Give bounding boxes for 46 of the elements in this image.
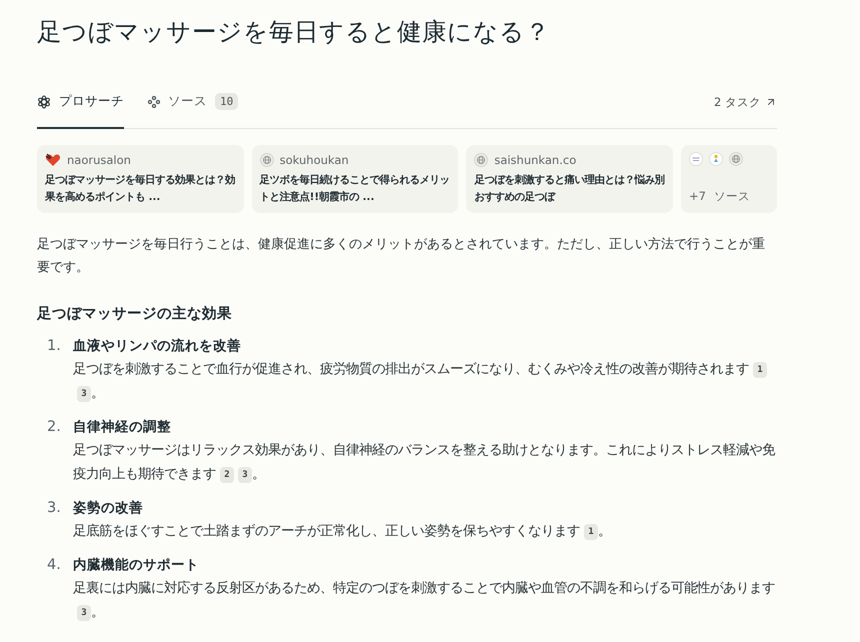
- heart-logo-icon: [45, 153, 61, 167]
- source-domain: saishunkan.co: [494, 152, 576, 168]
- more-sources-count: +7: [689, 189, 706, 204]
- effect-description: 足つぼを刺激することで血行が促進され、疲労物質の排出がスムーズになり、むくみや冷え性の改善が期待されます 1 3 。: [73, 358, 777, 406]
- citation-link[interactable]: 2: [220, 467, 234, 483]
- round-logo-icon: [689, 152, 703, 166]
- atom-icon: [37, 94, 51, 108]
- figure-logo-icon: [709, 152, 723, 166]
- tab[interactable]: ソース 10: [148, 86, 238, 129]
- globe-icon: [260, 153, 274, 167]
- tab[interactable]: プロサーチ: [37, 86, 124, 129]
- source-title: 足ツボを毎日続けることで得られるメリットと注意点!!朝霞市の ...: [260, 173, 450, 205]
- effect-title: 血液やリンパの流れを改善: [73, 337, 242, 356]
- effect-title: 姿勢の改善: [73, 499, 144, 518]
- source-card[interactable]: naorusalon 足つぼマッサージを毎日する効果とは？効果を高めるポイントも ...: [37, 145, 244, 213]
- globe-icon: [729, 152, 743, 166]
- globe-icon: [474, 153, 488, 167]
- more-sources-card[interactable]: +7 ソース: [681, 145, 777, 213]
- effect-title: 内臓機能のサポート: [73, 556, 200, 575]
- effect-title: 自律神経の調整: [73, 418, 172, 437]
- dots-icon: [148, 96, 160, 108]
- more-sources-label: ソース: [714, 189, 750, 204]
- effect-description: 足裏には内臓に対応する反射区があるため、特定のつぼを刺激することで内臓や血管の不調を和らげる可能性があります 3 。: [73, 580, 776, 623]
- effect-description: 足底筋をほぐすことで土踏まずのアーチが正常化し、正しい姿勢を保ちやすくなります 1 。: [73, 522, 612, 542]
- question-title: 足つぼマッサージを毎日すると健康になる？: [37, 16, 551, 48]
- source-card[interactable]: saishunkan.co 足つぼを刺激すると痛い理由とは？悩み別おすすめの足つぼ: [466, 145, 673, 213]
- intro-paragraph: 足つぼマッサージを毎日行うことは、健康促進に多くのメリットがあるとされています。ただし、正しい方法で行うことが重要です。: [37, 236, 766, 277]
- citation-link[interactable]: 1: [584, 524, 598, 540]
- tasks-link[interactable]: 2 タスク: [714, 86, 777, 128]
- citation-link[interactable]: 3: [238, 467, 252, 483]
- citation-link[interactable]: 3: [77, 386, 91, 402]
- source-count: 10: [215, 93, 238, 110]
- source-card[interactable]: sokuhoukan 足ツボを毎日続けることで得られるメリットと注意点!!朝霞市の ...: [252, 145, 458, 213]
- source-domain: sokuhoukan: [280, 152, 349, 168]
- source-title: 足つぼを刺激すると痛い理由とは？悩み別おすすめの足つぼ: [474, 173, 665, 205]
- arrow-up-right-icon: [765, 96, 777, 108]
- list-number: 3.: [46, 499, 62, 518]
- citation-link[interactable]: 1: [753, 362, 767, 378]
- source-domain: naorusalon: [67, 152, 131, 168]
- source-title: 足つぼマッサージを毎日する効果とは？効果を高めるポイントも ...: [45, 173, 236, 205]
- list-number: 1.: [46, 337, 62, 356]
- citation-link[interactable]: 3: [77, 605, 91, 621]
- section-heading: 足つぼマッサージの主な効果: [37, 304, 233, 324]
- list-number: 4.: [46, 556, 62, 575]
- effect-description: 足つぼマッサージはリラックス効果があり、自律神経のバランスを整える助けとなります。これによりストレス軽減や免疫力向上も期待できます 2 3 。: [73, 442, 776, 485]
- list-number: 2.: [46, 418, 62, 437]
